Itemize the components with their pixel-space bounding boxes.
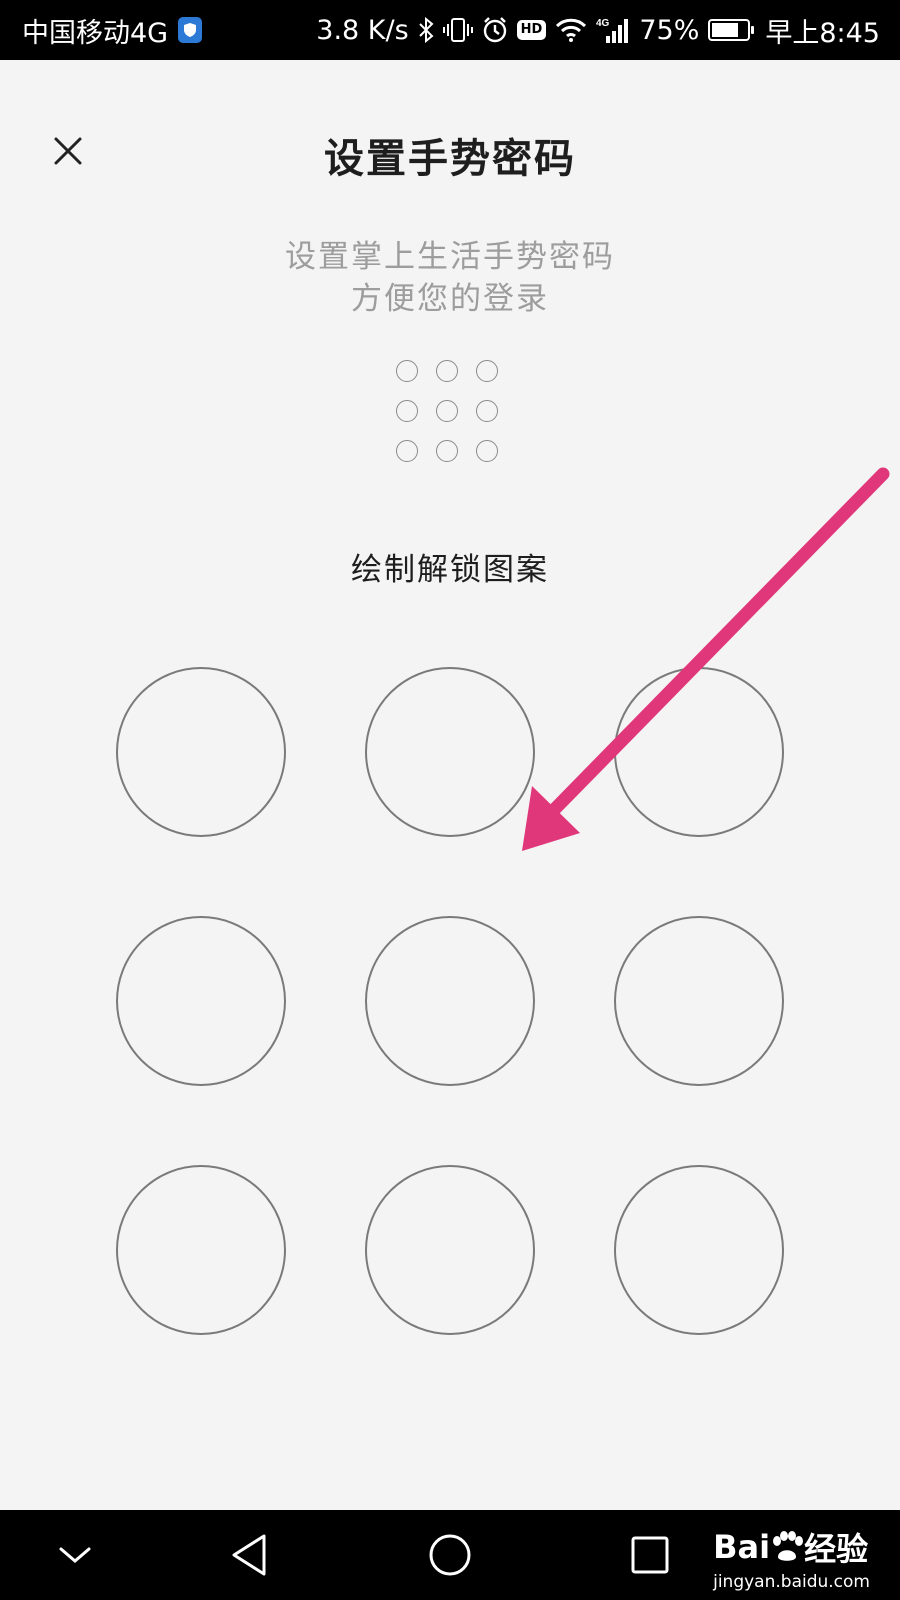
- network-speed: 3.8 K/s: [316, 14, 409, 46]
- pattern-node-6[interactable]: [614, 916, 784, 1086]
- clock: 早上8:45: [765, 17, 880, 49]
- back-triangle-icon: [232, 1534, 266, 1576]
- pattern-node-4[interactable]: [116, 916, 286, 1086]
- subtitle-line-2: 方便您的登录: [351, 281, 549, 317]
- wifi-icon: [555, 18, 587, 42]
- preview-dot: [396, 400, 418, 422]
- carrier-label: 中国移动4G: [22, 17, 169, 49]
- pattern-node-9[interactable]: [614, 1165, 784, 1335]
- status-left: 中国移动4G: [22, 0, 203, 60]
- status-bar: 中国移动4G 3.8 K/s HD 4G 75% 早上8:45: [0, 0, 900, 60]
- preview-dot: [476, 400, 498, 422]
- watermark-brand-left: Bai: [713, 1528, 771, 1566]
- nav-collapse-button[interactable]: [30, 1510, 120, 1600]
- subtitle: 设置掌上生活手势密码 方便您的登录: [0, 236, 900, 320]
- alarm-icon: [482, 17, 508, 43]
- subtitle-line-1: 设置掌上生活手势密码: [285, 239, 615, 275]
- baidu-watermark: Bai 经验 jingyan.baidu.com: [713, 1524, 870, 1592]
- watermark-brand-right: 经验: [804, 1530, 869, 1568]
- preview-dot: [436, 440, 458, 462]
- pattern-node-2[interactable]: [365, 667, 535, 837]
- battery-icon: [708, 19, 755, 41]
- network-badge: 4G: [596, 18, 610, 29]
- preview-dot: [436, 360, 458, 382]
- nav-home-button[interactable]: [405, 1510, 495, 1600]
- home-circle-icon: [429, 1534, 471, 1576]
- hd-badge: HD: [516, 20, 547, 40]
- preview-dot: [476, 440, 498, 462]
- instruction-text: 绘制解锁图案: [351, 552, 549, 588]
- signal-icon: 4G: [596, 16, 630, 44]
- pattern-node-7[interactable]: [116, 1165, 286, 1335]
- watermark-url: jingyan.baidu.com: [713, 1572, 870, 1592]
- recents-square-icon: [631, 1536, 669, 1574]
- pattern-preview: [396, 360, 504, 468]
- nav-recents-button[interactable]: [605, 1510, 695, 1600]
- status-right: 3.8 K/s HD 4G 75% 早上8:45: [316, 0, 880, 60]
- paw-icon: [773, 1531, 804, 1561]
- battery-fill: [712, 23, 738, 37]
- shield-icon: [178, 17, 203, 43]
- bluetooth-icon: [418, 17, 434, 43]
- pattern-node-3[interactable]: [614, 667, 784, 837]
- preview-dot: [476, 360, 498, 382]
- preview-dot: [396, 360, 418, 382]
- chevron-down-icon: [59, 1547, 91, 1563]
- vibrate-icon: [442, 17, 473, 43]
- pattern-node-1[interactable]: [116, 667, 286, 837]
- page-title: 设置手势密码: [324, 136, 576, 182]
- preview-dot: [436, 400, 458, 422]
- nav-back-button[interactable]: [205, 1510, 295, 1600]
- pattern-node-5[interactable]: [365, 916, 535, 1086]
- navigation-bar: Bai 经验 jingyan.baidu.com: [0, 1510, 900, 1600]
- preview-dot: [396, 440, 418, 462]
- battery-percent: 75%: [639, 14, 700, 46]
- pattern-node-8[interactable]: [365, 1165, 535, 1335]
